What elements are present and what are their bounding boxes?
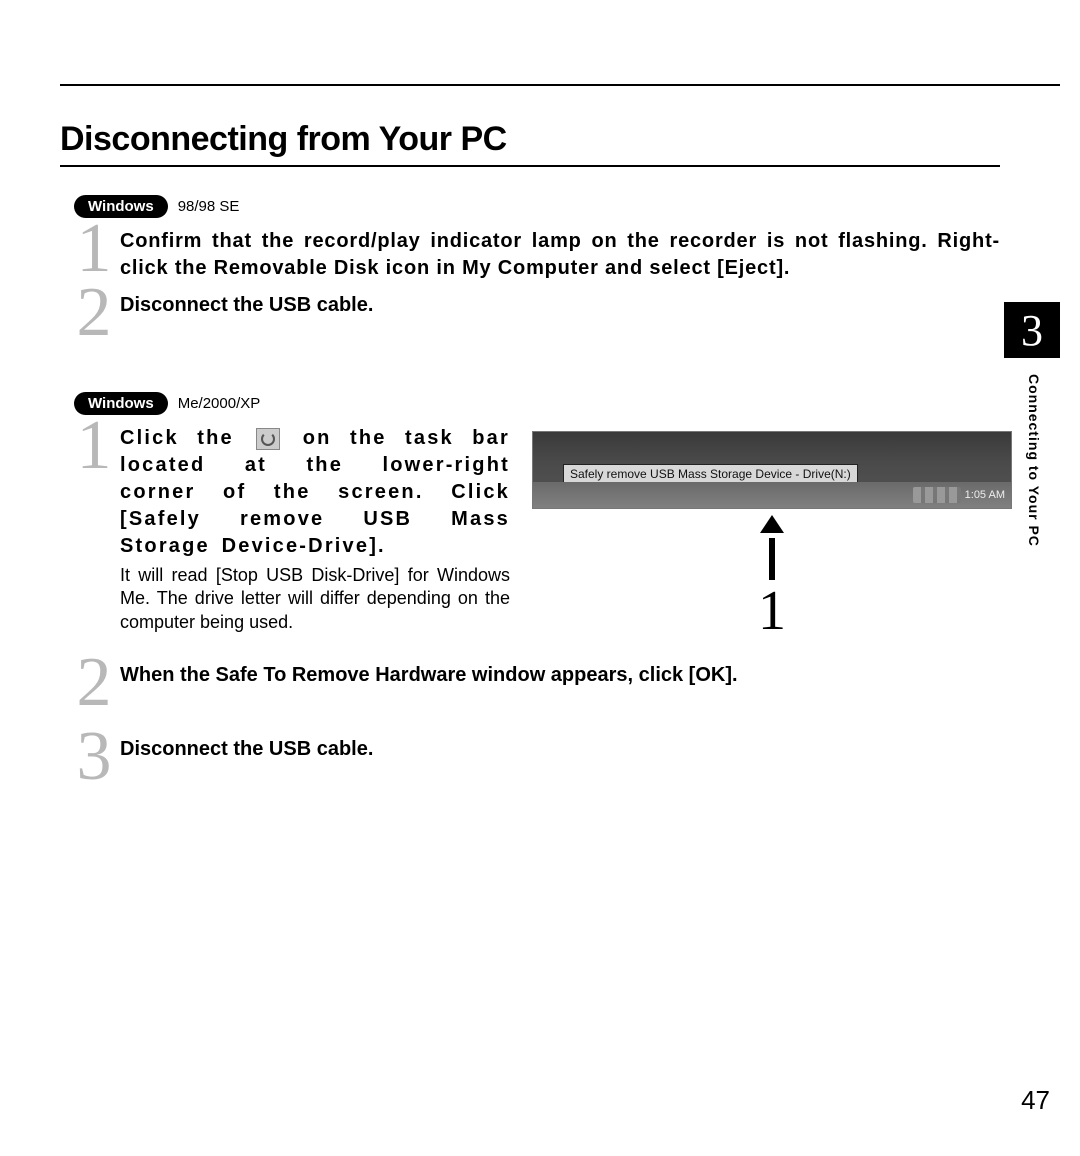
safely-remove-icon xyxy=(256,428,280,450)
win98-step-2: 2 Disconnect the USB cable. xyxy=(74,292,1000,342)
os-header-win98: Windows 98/98 SE xyxy=(74,195,1000,218)
page-content: Disconnecting from Your PC Windows 98/98… xyxy=(60,120,1000,796)
step-number: 2 xyxy=(74,654,114,712)
os-version-text: Me/2000/XP xyxy=(178,395,261,412)
winme-step-3: 3 Disconnect the USB cable. xyxy=(74,736,1000,786)
windows-taskbar: 1:05 AM xyxy=(533,482,1011,508)
step-text: Disconnect the USB cable. xyxy=(120,292,1000,319)
chapter-tab: 3 xyxy=(1004,302,1060,358)
system-tray-icons xyxy=(913,487,961,503)
safely-remove-tooltip: Safely remove USB Mass Storage Device - … xyxy=(563,464,858,484)
winme-step-2: 2 When the Safe To Remove Hardware windo… xyxy=(74,662,1000,712)
step-text: Click the on the task bar located at the… xyxy=(120,425,510,560)
taskbar-clock: 1:05 AM xyxy=(965,489,1005,501)
step-number: 2 xyxy=(74,284,114,342)
taskbar-screenshot-figure: Safely remove USB Mass Storage Device - … xyxy=(532,425,1012,636)
step-text: Confirm that the record/play indicator l… xyxy=(120,228,1000,282)
step-text: When the Safe To Remove Hardware window … xyxy=(120,662,1000,689)
win98-step-1: 1 Confirm that the record/play indicator… xyxy=(74,228,1000,282)
step-number: 3 xyxy=(74,728,114,786)
step-number: 1 xyxy=(74,220,114,278)
page-number: 47 xyxy=(1021,1085,1050,1116)
os-header-winme: Windows Me/2000/XP xyxy=(74,392,1000,415)
callout-arrow xyxy=(532,515,1012,580)
os-version-text: 98/98 SE xyxy=(178,198,240,215)
taskbar-screenshot: Safely remove USB Mass Storage Device - … xyxy=(532,431,1012,509)
top-divider xyxy=(60,84,1060,86)
step-note: It will read [Stop USB Disk-Drive] for W… xyxy=(120,564,510,634)
figure-callout-number: 1 xyxy=(532,586,1012,636)
winme-step-1: 1 Click the on the task bar located at t… xyxy=(74,425,510,634)
chapter-label: Connecting to Your PC xyxy=(1026,374,1042,547)
step-number: 1 xyxy=(74,417,114,475)
step-text: Disconnect the USB cable. xyxy=(120,736,1000,763)
page-title: Disconnecting from Your PC xyxy=(60,120,1000,167)
